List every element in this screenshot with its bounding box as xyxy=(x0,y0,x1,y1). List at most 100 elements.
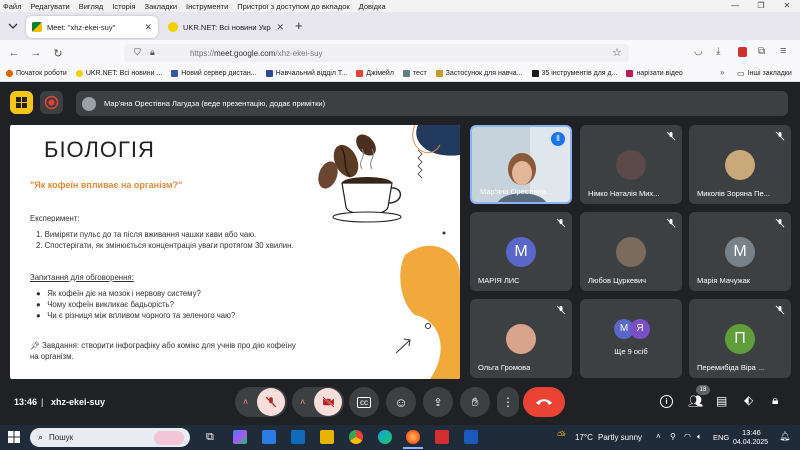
forward-icon[interactable]: → xyxy=(25,47,47,59)
weather-temp[interactable]: 17°C xyxy=(575,433,593,442)
other-bookmarks[interactable]: ▭ Інші закладки xyxy=(737,69,792,78)
camera-toggle-button[interactable] xyxy=(314,388,342,416)
volume-icon[interactable]: 🔈︎ xyxy=(697,432,702,442)
participant-avatar: М xyxy=(725,237,755,267)
raise-hand-button[interactable]: ✋︎ xyxy=(460,387,490,417)
restore-icon[interactable]: ❐ xyxy=(748,0,774,12)
reload-icon[interactable]: ↻ xyxy=(47,47,69,60)
participant-avatar xyxy=(616,150,646,180)
menu-history[interactable]: Історія xyxy=(112,2,135,11)
pdf-reader-icon[interactable] xyxy=(435,430,449,444)
clock-date[interactable]: 04.04.2025 xyxy=(733,439,768,446)
captions-button[interactable]: cc xyxy=(349,387,379,417)
new-tab-icon[interactable]: + xyxy=(295,18,303,33)
bookmark-item[interactable]: Новий сервер дистан... xyxy=(171,70,257,77)
weather-icon[interactable]: ⛅︎ xyxy=(557,430,566,443)
taskbar-search[interactable]: ⌕ Пошук xyxy=(30,428,190,447)
bookmark-item[interactable]: Застосунок для навча... xyxy=(435,70,523,77)
mic-toggle-button[interactable] xyxy=(257,388,285,416)
task-view-icon[interactable]: ⧉ xyxy=(206,430,220,444)
people-icon[interactable]: 👥︎ xyxy=(688,394,703,408)
host-controls-icon[interactable]: 🔒︎ xyxy=(772,393,778,408)
close-tab-icon[interactable]: ✕ xyxy=(276,22,284,33)
edge-icon[interactable] xyxy=(378,430,392,444)
tab-meet[interactable]: Meet: "xhz-ekei-suy" ✕ xyxy=(26,16,158,38)
recording-button[interactable] xyxy=(40,91,63,114)
participant-tile[interactable]: Німко Наталія Мих... xyxy=(580,125,682,204)
menu-file[interactable]: Файл xyxy=(3,2,21,11)
bookmark-star-icon[interactable]: ☆ xyxy=(612,46,622,59)
participant-tile-speaker[interactable]: ⦀ Мар'яна Орестівна... xyxy=(470,125,572,204)
close-tab-icon[interactable]: ✕ xyxy=(144,22,152,33)
chevron-up-icon[interactable]: ˄ xyxy=(243,397,248,407)
mic-off-icon xyxy=(556,218,566,228)
url-bar[interactable]: https://meet.google.com/xhz-ekei-suy xyxy=(124,44,629,62)
participant-tile[interactable]: Миколів Зоряна Пе... xyxy=(689,125,791,204)
outlook-icon[interactable] xyxy=(291,430,305,444)
reactions-button[interactable]: ☺ xyxy=(386,387,416,417)
menu-view[interactable]: Вигляд xyxy=(79,2,104,11)
menu-bookmarks[interactable]: Закладки xyxy=(145,2,177,11)
bookmark-item[interactable]: тест xyxy=(402,70,427,77)
activities-button[interactable] xyxy=(10,91,33,114)
activities-icon[interactable]: ⬖ xyxy=(744,393,753,407)
weather-text[interactable]: Partly sunny xyxy=(598,433,642,442)
chat-icon[interactable]: ▤ xyxy=(716,394,727,408)
participant-tile[interactable]: М Марія Мачужак xyxy=(689,212,791,291)
info-icon[interactable]: i xyxy=(660,395,673,408)
network-icon[interactable]: ⚲ xyxy=(670,432,676,441)
tab-list-icon[interactable] xyxy=(8,21,18,31)
chevron-up-icon[interactable]: ˄ xyxy=(300,397,305,407)
notifications-icon[interactable]: 🔔︎ xyxy=(779,431,790,442)
participant-tile[interactable]: П Перемибіда Віра ... xyxy=(689,299,791,378)
screen: Файл Редагувати Вигляд Історія Закладки … xyxy=(0,0,800,450)
store-icon[interactable] xyxy=(262,430,276,444)
bookmark-item[interactable]: Початок роботи xyxy=(6,70,67,77)
more-bookmarks-icon[interactable]: » xyxy=(720,68,724,77)
present-button[interactable]: ⇪ xyxy=(423,387,453,417)
more-options-button[interactable]: ⋮ xyxy=(497,387,519,417)
menu-devices[interactable]: Пристрої з доступом до вкладок xyxy=(237,2,349,11)
discussion-item: ● Чому кофеїн викликає бадьорість? xyxy=(36,300,174,309)
participant-tile[interactable]: Ольга Громова xyxy=(470,299,572,378)
close-window-icon[interactable]: ✕ xyxy=(774,0,800,12)
bookmark-item[interactable]: нарізати відео xyxy=(626,70,683,77)
extensions-icon[interactable]: ⧉ xyxy=(758,46,765,57)
participant-name: Марія Мачужак xyxy=(697,276,751,285)
minimize-icon[interactable]: — xyxy=(722,0,748,12)
captions-icon: cc xyxy=(357,396,371,408)
pocket-icon[interactable]: ◡ xyxy=(694,46,703,57)
active-app-indicator xyxy=(403,447,423,449)
bookmark-item[interactable]: Навчальний відділ Т... xyxy=(265,70,347,77)
copilot-icon[interactable] xyxy=(233,430,247,444)
leave-call-button[interactable] xyxy=(523,387,565,417)
participant-tile[interactable]: М МАРІЯ ЛИС xyxy=(470,212,572,291)
windows-start-icon[interactable] xyxy=(8,431,20,443)
slide-question: "Як кофеїн впливає на організм?" xyxy=(30,180,183,190)
adblock-icon[interactable] xyxy=(738,47,747,57)
word-icon[interactable] xyxy=(464,430,478,444)
bookmark-item[interactable]: Джімейл xyxy=(356,70,394,77)
tray-chevron-icon[interactable]: ˄ xyxy=(656,432,661,441)
bookmark-item[interactable]: UKR.NET: Всі новини ... xyxy=(75,70,162,77)
more-participants-tile[interactable]: М Я Ще 9 осіб xyxy=(580,299,682,378)
language-indicator[interactable]: ENG xyxy=(713,433,729,442)
menu-edit[interactable]: Редагувати xyxy=(30,2,69,11)
menu-tools[interactable]: Інструменти xyxy=(186,2,228,11)
participant-tile[interactable]: Любов Цуркевич xyxy=(580,212,682,291)
app-menu-icon[interactable]: ≡ xyxy=(780,45,786,57)
chrome-icon[interactable] xyxy=(349,430,363,444)
back-icon[interactable]: ← xyxy=(3,47,25,59)
bookmark-item[interactable]: 35 інструментів для д... xyxy=(531,70,617,77)
file-explorer-icon[interactable] xyxy=(320,430,334,444)
menu-help[interactable]: Довідка xyxy=(359,2,386,11)
clock-time[interactable]: 13:46 xyxy=(742,428,761,437)
download-icon[interactable]: ⤓ xyxy=(716,46,720,57)
lock-icon[interactable]: 🔒︎ xyxy=(150,47,155,58)
meet-favicon-icon xyxy=(32,22,42,32)
tab-ukrnet[interactable]: UKR.NET: Всі новини України, ✕ xyxy=(162,16,290,38)
shield-icon[interactable]: ⛉ xyxy=(134,47,141,58)
mic-off-icon xyxy=(775,218,785,228)
firefox-taskbar-icon[interactable] xyxy=(406,430,420,444)
wifi-icon[interactable]: ◠ xyxy=(684,432,691,441)
